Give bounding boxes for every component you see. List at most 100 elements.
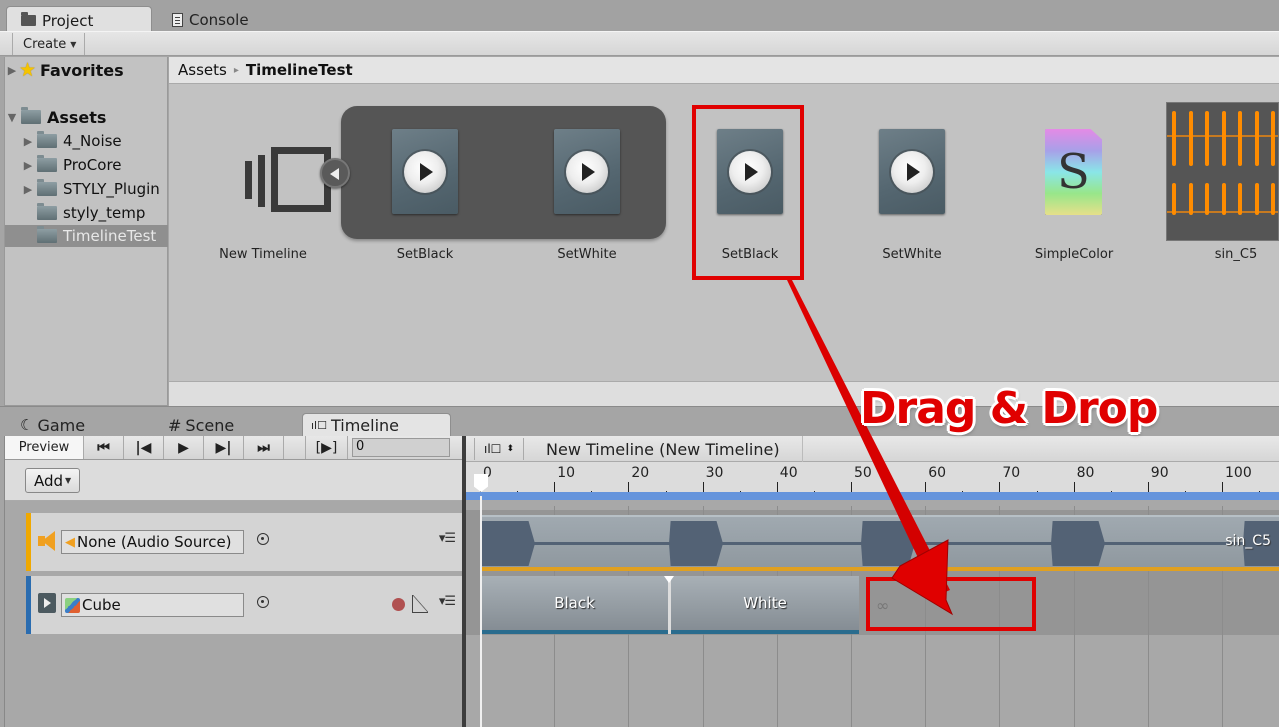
create-label: Create [23, 36, 67, 52]
blend-marker-icon [664, 576, 674, 583]
waveform-bar [1205, 183, 1209, 215]
play-icon [404, 151, 446, 193]
create-button[interactable]: Create ▼ [12, 33, 86, 55]
asset-label: New Timeline [219, 247, 307, 262]
tree-item-assets[interactable]: ▼ Assets [5, 106, 168, 128]
frame-input[interactable]: 0 [352, 438, 450, 457]
asset-shader[interactable]: S SimpleColor [1004, 105, 1144, 285]
audio-binding-label: None (Audio Source) [77, 533, 232, 551]
audio-clip-name: sin_C5 [1225, 533, 1271, 549]
next-frame-button[interactable]: ▶| [204, 436, 244, 459]
timeline-toolbar: Preview ⏮ |◀ ▶ ▶| ⏭ [▶] 0 [5, 436, 465, 460]
timeline-selector[interactable]: ıl☐ ⬍ [474, 438, 524, 460]
playable-asset-icon [879, 129, 945, 214]
ruler-tick-label: 50 [854, 465, 872, 481]
tree-item-folder[interactable]: ▶ 4_Noise [5, 130, 168, 152]
waveform-bar [1254, 183, 1259, 215]
object-picker-icon[interactable] [257, 596, 269, 608]
ruler-tick-label: 90 [1150, 465, 1169, 481]
expand-arrow-icon[interactable]: ▶ [21, 135, 35, 148]
cube-binding-label: Cube [82, 596, 121, 614]
cube-binding-field[interactable]: Cube [61, 593, 244, 617]
folder-label: STYLY_Plugin [63, 180, 160, 198]
ruler-tick-label: 100 [1225, 465, 1252, 481]
asset-playable[interactable]: SetBlack [355, 105, 495, 285]
breadcrumb-root[interactable]: Assets [178, 61, 227, 79]
playable-asset-icon [392, 129, 458, 214]
tab-console[interactable]: Console [158, 6, 259, 31]
track-menu-icon[interactable]: ▾☰ [439, 531, 456, 546]
waveform-bar [1188, 111, 1193, 166]
waveform-bar [1188, 183, 1193, 215]
asset-new-timeline[interactable]: New Timeline [193, 105, 333, 285]
folder-icon [21, 12, 36, 26]
folder-icon [37, 203, 57, 220]
tree-item-favorites[interactable]: ▶ ★ Favorites [5, 59, 168, 81]
caret-down-icon: ▼ [65, 476, 72, 485]
clip-white[interactable]: White [671, 576, 859, 634]
add-track-row: Add ▼ [5, 460, 465, 501]
tab-project[interactable]: Project [6, 6, 152, 31]
play-icon [566, 151, 608, 193]
curves-icon[interactable] [412, 595, 428, 613]
tab-game[interactable]: ☾ Game [12, 413, 93, 437]
collapse-group-button[interactable] [320, 158, 350, 188]
tab-timeline[interactable]: ıl☐ Timeline [302, 413, 451, 437]
asset-label: SetBlack [396, 247, 454, 262]
play-range-button[interactable]: [▶] [306, 436, 348, 459]
audio-waveform-icon[interactable] [1166, 102, 1279, 241]
tree-item-folder[interactable]: styly_temp [5, 202, 168, 224]
folder-label: TimelineTest [63, 227, 157, 245]
goto-end-button[interactable]: ⏭ [244, 436, 284, 459]
track-expand-icon[interactable] [38, 593, 56, 613]
audio-clip[interactable]: sin_C5 [481, 515, 1279, 568]
audio-clip-underline [481, 567, 1279, 571]
ruler-tick-label: 60 [928, 465, 947, 481]
folder-label: ProCore [63, 156, 122, 174]
tab-scene[interactable]: # Scene [160, 413, 242, 437]
star-icon: ★ [19, 59, 37, 81]
asset-playable[interactable]: SetWhite [842, 105, 982, 285]
tree-item-folder[interactable]: ▶ ProCore [5, 154, 168, 176]
waveform-bar [1238, 183, 1242, 215]
project-tabbar: Project Console [0, 0, 1279, 31]
clip-black[interactable]: Black [481, 576, 668, 634]
tree-item-folder[interactable]: ▶ STYLY_Plugin [5, 178, 168, 200]
breadcrumb-current[interactable]: TimelineTest [246, 61, 353, 79]
waveform-bar [1221, 111, 1226, 166]
animation-track-header[interactable]: Cube ▾☰ [26, 576, 463, 634]
add-track-button[interactable]: Add ▼ [25, 468, 81, 493]
time-ruler-range [466, 492, 1279, 500]
waveform-bar [1271, 183, 1275, 215]
timeline-icon: ıl☐ [311, 419, 327, 432]
waveform-bar [1221, 183, 1226, 215]
folder-icon [37, 179, 57, 196]
expand-arrow-icon[interactable]: ▶ [5, 64, 19, 77]
breadcrumb: Assets ▸ TimelineTest [169, 57, 1279, 84]
track-menu-icon[interactable]: ▾☰ [439, 594, 456, 609]
audio-source-field[interactable]: ◀ None (Audio Source) [61, 530, 244, 554]
playable-asset-icon [554, 129, 620, 214]
prev-frame-button[interactable]: |◀ [124, 436, 164, 459]
expand-arrow-icon[interactable]: ▶ [21, 159, 35, 172]
folder-label: styly_temp [63, 204, 146, 222]
object-picker-icon[interactable] [257, 533, 269, 545]
record-icon[interactable] [392, 598, 405, 611]
toolbar-spacer [284, 436, 306, 459]
asset-playable[interactable]: SetWhite [517, 105, 657, 285]
speaker-icon [38, 531, 58, 551]
preview-toggle[interactable]: Preview [5, 436, 84, 459]
waveform-bar [1205, 111, 1209, 166]
audio-track-header[interactable]: ◀ None (Audio Source) ▾☰ [26, 513, 463, 571]
folder-tree: ▶ ★ Favorites ▼ Assets ▶ 4_Noise ▶ ProCo… [4, 57, 168, 406]
favorites-label: Favorites [40, 60, 124, 80]
expand-arrow-icon[interactable]: ▶ [21, 183, 35, 196]
folder-icon [37, 226, 57, 243]
play-button[interactable]: ▶ [164, 436, 204, 459]
collapse-arrow-icon[interactable]: ▼ [5, 111, 19, 124]
game-icon: ☾ [20, 416, 34, 434]
playhead-line[interactable] [480, 496, 482, 727]
asset-label: SetWhite [882, 247, 942, 262]
tree-item-folder-selected[interactable]: TimelineTest [5, 225, 168, 247]
goto-start-button[interactable]: ⏮ [84, 436, 124, 459]
